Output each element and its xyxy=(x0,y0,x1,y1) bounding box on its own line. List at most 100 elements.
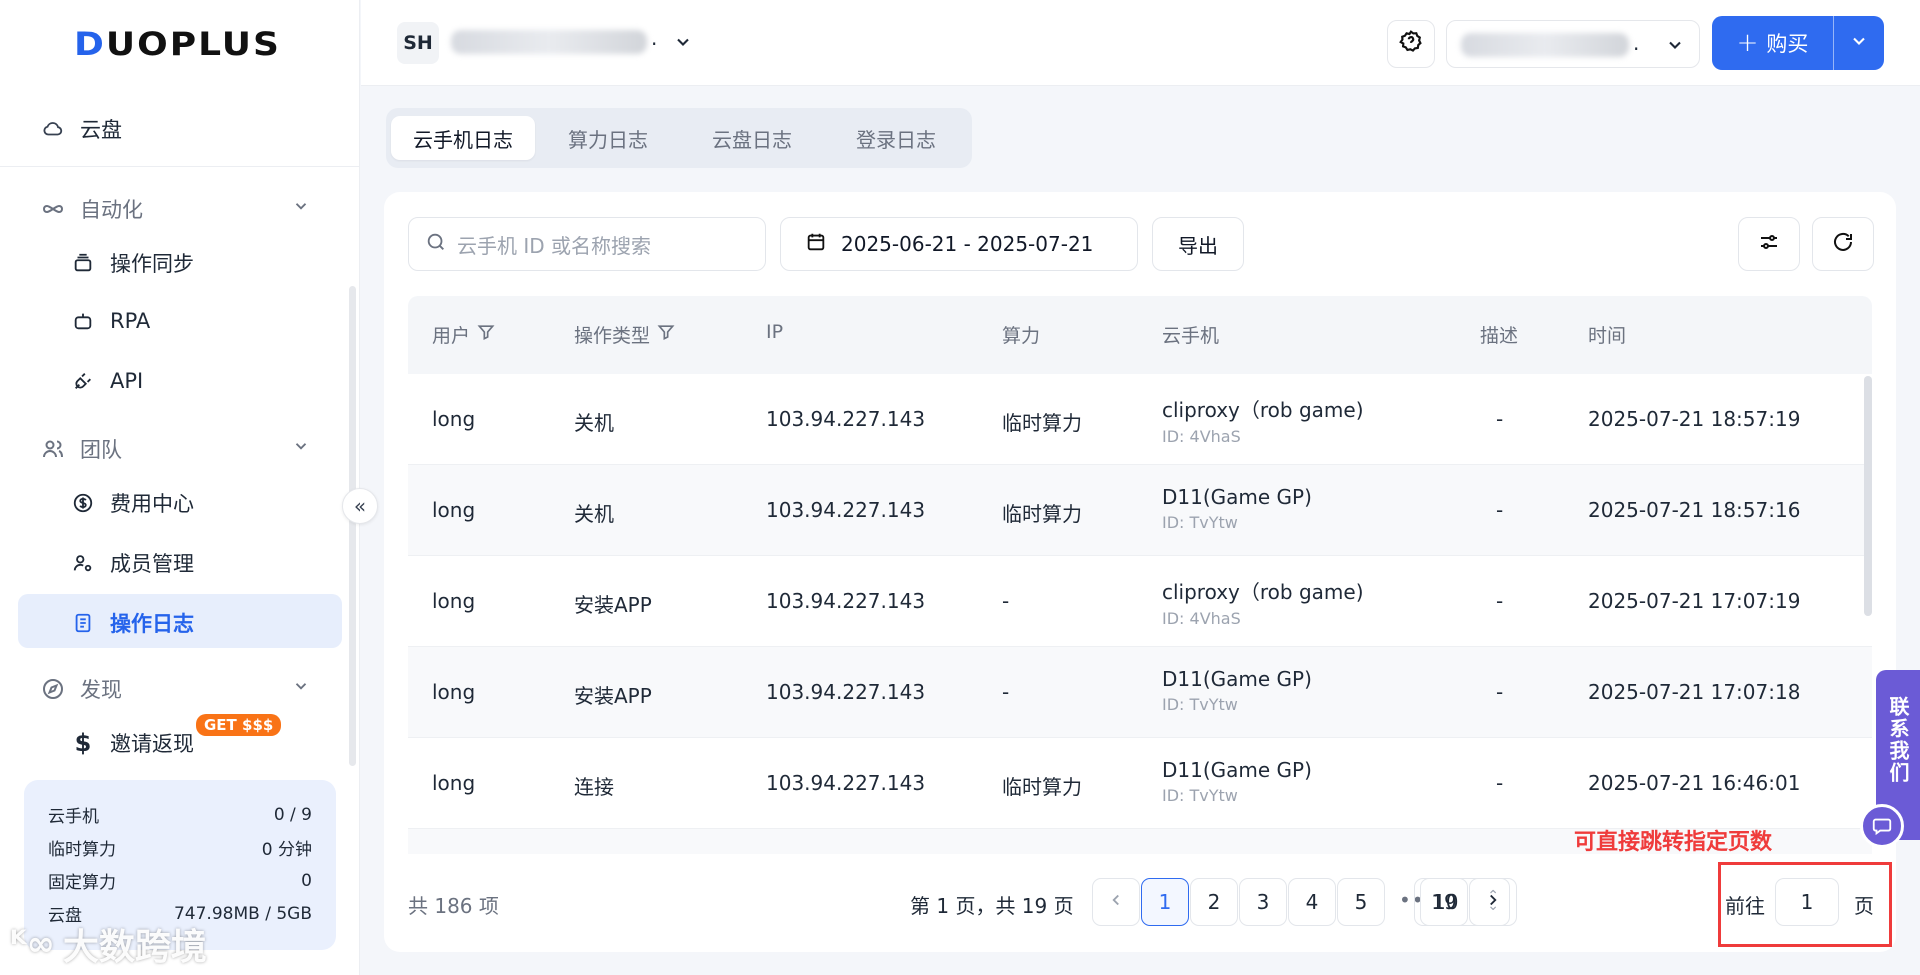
sidebar-group-team[interactable]: 团队 xyxy=(40,434,340,464)
page-button-4[interactable]: 4 xyxy=(1288,878,1336,926)
sidebar-item-billing[interactable]: 费用中心 xyxy=(70,488,194,518)
sidebar-collapse-button[interactable]: « xyxy=(342,488,378,524)
cell-phone[interactable]: cliproxy（rob game) xyxy=(1162,849,1364,854)
plus-icon: + xyxy=(1736,28,1759,58)
annotation-text: 可直接跳转指定页数 xyxy=(1574,830,1773,855)
table-row[interactable]: long 关机 103.94.227.143 临时算力 - 2025-07-21 18:5… xyxy=(408,465,1872,556)
cell-phone[interactable]: D11(Game GP) ID: TvYtw xyxy=(1162,758,1312,805)
log-table: 用户 操作类型 IP 算力 云手机 描述 时间 long 关机 103.94.227… xyxy=(408,296,1872,854)
column-header-ip: IP xyxy=(766,321,784,343)
buy-button[interactable]: + 购买 xyxy=(1712,16,1884,70)
watermark-text: 大数跨境 xyxy=(62,927,207,968)
team-name-blurred[interactable] xyxy=(451,30,647,54)
table-row[interactable]: long 关机 103.94.227.143 临时算力 - 2025-07-21 18:5… xyxy=(408,374,1872,465)
topbar: SH . . + 购买 xyxy=(361,0,1920,86)
chevron-down-icon[interactable] xyxy=(673,32,693,57)
cell-compute: - xyxy=(1002,589,1010,613)
account-selector[interactable]: . xyxy=(1446,20,1700,68)
cell-compute: 临时算力 xyxy=(1002,411,1082,435)
sidebar-item-label: 费用中心 xyxy=(110,492,194,516)
cell-time: 2025-07-21 18:57:16 xyxy=(1588,498,1801,522)
phone-id: ID: 4VhaS xyxy=(1162,427,1241,446)
sidebar-item-label: RPA xyxy=(110,309,151,333)
tab-phone-log[interactable]: 云手机日志 xyxy=(391,116,535,160)
page-button-1[interactable]: 1 xyxy=(1141,878,1189,926)
sidebar-item-invite[interactable]: $ 邀请返现 xyxy=(70,728,194,758)
sidebar-item-op-log[interactable]: 操作日志 xyxy=(70,608,194,638)
search-placeholder: 云手机 ID 或名称搜索 xyxy=(457,233,652,258)
user-gear-icon xyxy=(70,550,96,576)
table-row[interactable]: long 安装APP 103.94.227.143 - - 2025-07-21 17:0… xyxy=(408,556,1872,647)
stat-value: 0 / 9 xyxy=(273,804,312,825)
sidebar-item-rpa[interactable]: RPA xyxy=(70,308,150,334)
phone-id: ID: TvYtw xyxy=(1162,513,1238,532)
table-header: 用户 操作类型 IP 算力 云手机 描述 时间 xyxy=(408,296,1872,374)
search-input[interactable]: 云手机 ID 或名称搜索 xyxy=(408,217,766,271)
sidebar-scrollbar[interactable] xyxy=(349,286,356,766)
page-button-3[interactable]: 3 xyxy=(1239,878,1287,926)
table-scrollbar[interactable] xyxy=(1864,376,1872,616)
table-row[interactable]: long 连接 103.94.227.143 临时算力 - 2025-07-21 16:4… xyxy=(408,738,1872,829)
page-button-5[interactable]: 5 xyxy=(1337,878,1385,926)
search-icon xyxy=(425,231,447,258)
refresh-button[interactable] xyxy=(1812,217,1874,271)
cell-ip: 103.94.227.143 xyxy=(766,589,926,613)
page-button-2[interactable]: 2 xyxy=(1190,878,1238,926)
tab-compute-log[interactable]: 算力日志 xyxy=(538,116,678,160)
sidebar-item-cloud-disk[interactable]: 云盘 xyxy=(40,114,122,144)
cell-ip: 103.94.227.143 xyxy=(766,407,926,431)
cell-op-type: 连接 xyxy=(574,775,614,799)
sliders-icon xyxy=(1757,230,1781,259)
sidebar-group-label: 自动化 xyxy=(80,198,143,222)
sidebar-item-api[interactable]: API xyxy=(70,368,143,394)
cell-phone[interactable]: D11(Game GP) ID: TvYtw xyxy=(1162,667,1312,714)
tab-login-log[interactable]: 登录日志 xyxy=(826,116,966,160)
cell-op-type: 关机 xyxy=(574,502,614,526)
tab-disk-log[interactable]: 云盘日志 xyxy=(682,116,822,160)
prev-page-button[interactable] xyxy=(1092,878,1140,926)
header-label: 用户 xyxy=(432,325,471,347)
users-icon xyxy=(40,436,66,462)
page-size-select[interactable]: 10 ⌃ ⌄ xyxy=(1414,878,1510,926)
sidebar-item-members[interactable]: 成员管理 xyxy=(70,548,194,578)
watermark: ᴷ∞ 大数跨境 xyxy=(10,918,207,970)
chevron-down-icon xyxy=(292,196,310,220)
buy-main-button[interactable]: + 购买 xyxy=(1712,16,1834,70)
sidebar-group-label: 发现 xyxy=(80,678,122,702)
filter-icon[interactable] xyxy=(476,322,496,347)
filter-icon[interactable] xyxy=(656,322,676,347)
stat-label: 固定算力 xyxy=(48,873,116,893)
cell-phone[interactable]: D11(Game GP) ID: TvYtw xyxy=(1162,485,1312,532)
document-icon xyxy=(70,610,96,636)
sidebar-group-automation[interactable]: 自动化 xyxy=(40,194,340,224)
buy-label: 购买 xyxy=(1766,32,1809,56)
logo-text: UOPLUS xyxy=(105,26,281,63)
cell-ip: 103.94.227.143 xyxy=(766,498,926,522)
compass-icon xyxy=(40,676,66,702)
plug-icon xyxy=(70,368,96,394)
team-avatar[interactable]: SH xyxy=(397,22,439,64)
cell-phone[interactable]: cliproxy（rob game) ID: 4VhaS xyxy=(1162,576,1364,628)
column-header-op-type: 操作类型 xyxy=(574,321,676,348)
cell-desc: - xyxy=(1496,407,1504,431)
column-header-time: 时间 xyxy=(1588,325,1627,347)
team-name-ellipsis: . xyxy=(651,26,658,50)
sidebar-group-discover[interactable]: 发现 xyxy=(40,674,340,704)
help-button[interactable] xyxy=(1387,20,1435,68)
cell-time: 2025-07-21 16:46:01 xyxy=(1588,771,1801,795)
table-row[interactable]: long 安装APP 103.94.227.143 - - 2025-07-21 17:0… xyxy=(408,647,1872,738)
buy-dropdown-button[interactable] xyxy=(1834,31,1884,56)
filter-settings-button[interactable] xyxy=(1738,217,1800,271)
date-range-picker[interactable]: 2025-06-21 - 2025-07-21 xyxy=(780,217,1138,271)
cell-user: long xyxy=(432,680,476,704)
cell-user: long xyxy=(432,498,476,522)
chevron-down-icon xyxy=(1849,31,1869,56)
cell-phone[interactable]: cliproxy（rob game) ID: 4VhaS xyxy=(1162,394,1364,446)
cell-user: long xyxy=(432,771,476,795)
sidebar-item-op-sync[interactable]: 操作同步 xyxy=(70,248,194,278)
logo[interactable]: DUOPLUS xyxy=(74,26,281,63)
phone-name: cliproxy（rob game) xyxy=(1162,849,1364,854)
chat-bubble-icon[interactable] xyxy=(1860,804,1904,848)
export-button[interactable]: 导出 xyxy=(1152,217,1244,271)
dollar-circle-icon xyxy=(70,490,96,516)
